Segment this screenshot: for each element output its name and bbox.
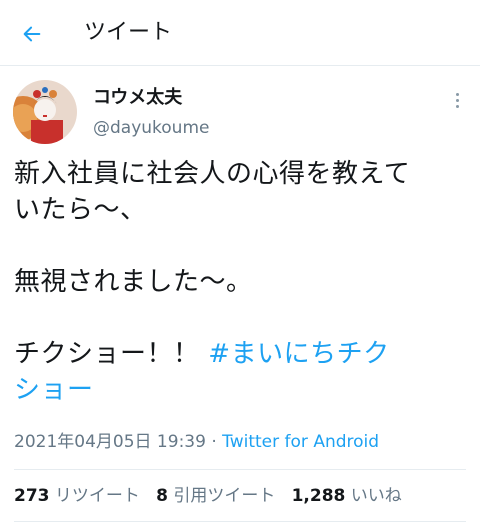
tweet-line-text: チクショー！！ [14,339,200,369]
more-dot [455,92,459,96]
retweets-count: 273 [14,486,50,506]
page-title: ツイート [84,20,173,45]
timestamp: 2021年04月05日 19:39 [14,432,206,452]
arrow-left-icon [23,26,41,42]
tweet-line: いたら～、 [14,195,147,225]
likes-label: いいね [350,486,402,506]
hashtag-link[interactable]: #まいにちチク [208,339,389,369]
display-name[interactable]: コウメ太夫 [93,86,182,110]
source-link[interactable]: Twitter for Android [222,432,379,452]
engagement-stats: 273 リツイート 8 引用ツイート 1,288 いいね [14,483,402,509]
likes-count: 1,288 [291,486,346,506]
top-app-bar: ツイート [0,0,480,66]
likes-stat[interactable]: 1,288 いいね [292,486,402,506]
back-button[interactable] [14,16,50,52]
meta-separator: · [211,432,217,452]
hashtag-link-continued[interactable]: ショー [14,375,94,405]
retweets-stat[interactable]: 273 リツイート [14,486,140,506]
retweets-label: リツイート [54,486,140,506]
tweet-line: 新入社員に社会人の心得を教えて [14,159,411,189]
more-dot [455,104,459,108]
tweet-line: 無視されました～。 [14,267,253,297]
quotes-stat[interactable]: 8 引用ツイート [156,486,275,506]
tweet-line: チクショー！！ #まいにちチク [14,336,466,372]
tweet-meta: 2021年04月05日 19:39 · Twitter for Android [14,430,379,454]
quotes-label: 引用ツイート [173,486,276,506]
divider [14,521,466,522]
tweet-text: 新入社員に社会人の心得を教えて いたら～、 無視されました～。 チクショー！！ … [14,156,466,408]
quotes-count: 8 [156,486,168,506]
user-handle[interactable]: @dayukoume [93,116,209,140]
more-options-button[interactable] [448,88,466,112]
more-dot [455,98,459,102]
tweet-line: ショー [14,372,466,408]
avatar[interactable] [13,80,77,144]
divider [14,469,466,470]
